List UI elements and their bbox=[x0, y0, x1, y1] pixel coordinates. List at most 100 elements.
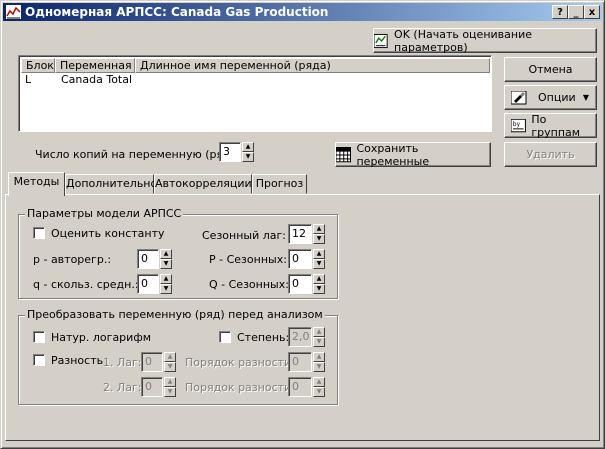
title-bar[interactable]: Одномерная АРПСС: Canada Gas Production … bbox=[3, 3, 602, 21]
power-checkbox[interactable] bbox=[219, 331, 231, 343]
spin-up-icon[interactable]: ▲ bbox=[164, 352, 176, 362]
tab-forecast[interactable]: Прогноз bbox=[252, 174, 307, 194]
column-header-long-name[interactable]: Длинное имя переменной (ряда) bbox=[135, 58, 490, 73]
spin-down-icon[interactable]: ▼ bbox=[313, 259, 325, 269]
svg-text:by: by bbox=[513, 122, 521, 128]
dropdown-arrow-icon: ▼ bbox=[582, 93, 589, 102]
spin-down-icon[interactable]: ▼ bbox=[313, 284, 325, 294]
ok-run-icon bbox=[374, 33, 388, 48]
spin-down-icon[interactable]: ▼ bbox=[313, 234, 325, 244]
close-button[interactable]: x bbox=[584, 5, 600, 19]
spin-up-icon[interactable]: ▲ bbox=[242, 142, 254, 152]
lag1-input[interactable]: 0 bbox=[141, 352, 163, 372]
seasonal-lag-spinner[interactable]: 12 ▲ ▼ bbox=[288, 224, 326, 244]
spin-up-icon[interactable]: ▲ bbox=[164, 377, 176, 387]
lag2-spinner[interactable]: 0 ▲ ▼ bbox=[141, 377, 177, 397]
column-header-variable[interactable]: Переменная bbox=[55, 58, 135, 73]
p-ar-spinner[interactable]: 0 ▲ ▼ bbox=[137, 249, 173, 269]
Q-seasonal-label: Q - Сезонных: bbox=[209, 278, 289, 291]
delete-button-label: Удалить bbox=[526, 148, 575, 161]
delete-button[interactable]: Удалить bbox=[504, 142, 597, 167]
Q-seasonal-spinner[interactable]: 0 ▲ ▼ bbox=[288, 274, 326, 294]
seasonal-lag-label: Сезонный лаг: bbox=[202, 229, 286, 242]
lag1-label: 1. Лаг: bbox=[103, 356, 142, 369]
transform-group: Преобразовать переменную (ряд) перед ана… bbox=[18, 308, 338, 405]
ok-button[interactable]: OK (Начать оценивание параметров) bbox=[373, 27, 597, 54]
p-ar-input[interactable]: 0 bbox=[137, 249, 159, 269]
save-variables-label: Сохранить переменные bbox=[356, 141, 430, 168]
lag2-input[interactable]: 0 bbox=[141, 377, 163, 397]
spin-up-icon[interactable]: ▲ bbox=[313, 274, 325, 284]
copies-input[interactable]: 3 bbox=[219, 142, 241, 162]
order2-label: Порядок разности: bbox=[185, 381, 295, 394]
estimate-constant-checkbox[interactable] bbox=[33, 227, 45, 239]
options-button-label: Опции bbox=[538, 91, 576, 104]
spin-down-icon[interactable]: ▼ bbox=[242, 152, 254, 162]
spin-down-icon[interactable]: ▼ bbox=[313, 362, 325, 372]
spin-down-icon[interactable]: ▼ bbox=[164, 387, 176, 397]
window-title: Одномерная АРПСС: Canada Gas Production bbox=[25, 5, 329, 19]
arima-params-title: Параметры модели АРПСС bbox=[25, 207, 184, 220]
help-button[interactable]: ? bbox=[552, 5, 568, 19]
options-icon bbox=[511, 90, 527, 104]
save-grid-icon bbox=[336, 146, 352, 162]
cancel-button-label: Отмена bbox=[528, 63, 573, 76]
p-ar-label: p - авторегр.: bbox=[33, 253, 112, 266]
row-variable-cell[interactable]: Canada Total bbox=[61, 73, 132, 87]
copies-spinner[interactable]: 3 ▲ ▼ bbox=[219, 142, 255, 162]
spin-up-icon[interactable]: ▲ bbox=[160, 249, 172, 259]
spin-up-icon[interactable]: ▲ bbox=[313, 327, 325, 337]
tab-advanced[interactable]: Дополнительно bbox=[65, 174, 157, 194]
spin-down-icon[interactable]: ▼ bbox=[164, 362, 176, 372]
app-icon bbox=[6, 5, 21, 19]
by-groups-button-label: По группам bbox=[531, 112, 581, 139]
order2-spinner[interactable]: 0 ▲ ▼ bbox=[288, 377, 326, 397]
column-header-block[interactable]: Блок bbox=[21, 58, 55, 73]
P-seasonal-input[interactable]: 0 bbox=[288, 249, 312, 269]
power-input[interactable]: 2,0 bbox=[288, 327, 312, 347]
order1-input[interactable]: 0 bbox=[288, 352, 312, 372]
power-label[interactable]: Степень: bbox=[237, 331, 289, 344]
difference-label[interactable]: Разность bbox=[51, 354, 103, 367]
q-ma-spinner[interactable]: 0 ▲ ▼ bbox=[137, 274, 173, 294]
q-ma-input[interactable]: 0 bbox=[137, 274, 159, 294]
variable-list[interactable]: Блок Переменная Длинное имя переменной (… bbox=[18, 55, 492, 132]
by-groups-icon: by bbox=[511, 118, 526, 132]
spin-down-icon[interactable]: ▼ bbox=[313, 387, 325, 397]
spin-up-icon[interactable]: ▲ bbox=[313, 352, 325, 362]
difference-checkbox[interactable] bbox=[33, 354, 45, 366]
spin-up-icon[interactable]: ▲ bbox=[313, 249, 325, 259]
spin-up-icon[interactable]: ▲ bbox=[313, 377, 325, 387]
cancel-button[interactable]: Отмена bbox=[504, 57, 597, 82]
P-seasonal-spinner[interactable]: 0 ▲ ▼ bbox=[288, 249, 326, 269]
natural-log-label[interactable]: Натур. логарифм bbox=[51, 331, 151, 344]
spin-down-icon[interactable]: ▼ bbox=[160, 259, 172, 269]
arima-dialog: Одномерная АРПСС: Canada Gas Production … bbox=[0, 0, 605, 449]
spin-down-icon[interactable]: ▼ bbox=[313, 337, 325, 347]
tab-methods[interactable]: Методы bbox=[8, 172, 65, 196]
save-variables-button[interactable]: Сохранить переменные bbox=[335, 141, 491, 168]
P-seasonal-label: P - Сезонных: bbox=[209, 253, 287, 266]
copies-label: Число копий на переменную (ряд): bbox=[35, 148, 239, 161]
Q-seasonal-input[interactable]: 0 bbox=[288, 274, 312, 294]
lag1-spinner[interactable]: 0 ▲ ▼ bbox=[141, 352, 177, 372]
arima-params-group: Параметры модели АРПСС Оценить константу… bbox=[18, 207, 338, 299]
spin-up-icon[interactable]: ▲ bbox=[160, 274, 172, 284]
order2-input[interactable]: 0 bbox=[288, 377, 312, 397]
transform-title: Преобразовать переменную (ряд) перед ана… bbox=[25, 308, 325, 321]
order1-spinner[interactable]: 0 ▲ ▼ bbox=[288, 352, 326, 372]
power-spinner[interactable]: 2,0 ▲ ▼ bbox=[288, 327, 326, 347]
tab-autocorrelations[interactable]: Автокорреляции bbox=[154, 174, 252, 194]
spin-down-icon[interactable]: ▼ bbox=[160, 284, 172, 294]
ok-button-label: OK (Начать оценивание параметров) bbox=[394, 27, 532, 54]
tab-panel-methods: Параметры модели АРПСС Оценить константу… bbox=[5, 194, 600, 441]
spin-up-icon[interactable]: ▲ bbox=[313, 224, 325, 234]
estimate-constant-label[interactable]: Оценить константу bbox=[51, 227, 165, 240]
by-groups-button[interactable]: by По группам bbox=[504, 112, 597, 139]
seasonal-lag-input[interactable]: 12 bbox=[288, 224, 312, 244]
natural-log-checkbox[interactable] bbox=[33, 331, 45, 343]
options-button[interactable]: Опции ▼ bbox=[504, 85, 597, 110]
minimize-button[interactable]: _ bbox=[568, 5, 584, 19]
row-block-cell[interactable]: L bbox=[25, 73, 31, 87]
lag2-label: 2. Лаг: bbox=[103, 381, 142, 394]
